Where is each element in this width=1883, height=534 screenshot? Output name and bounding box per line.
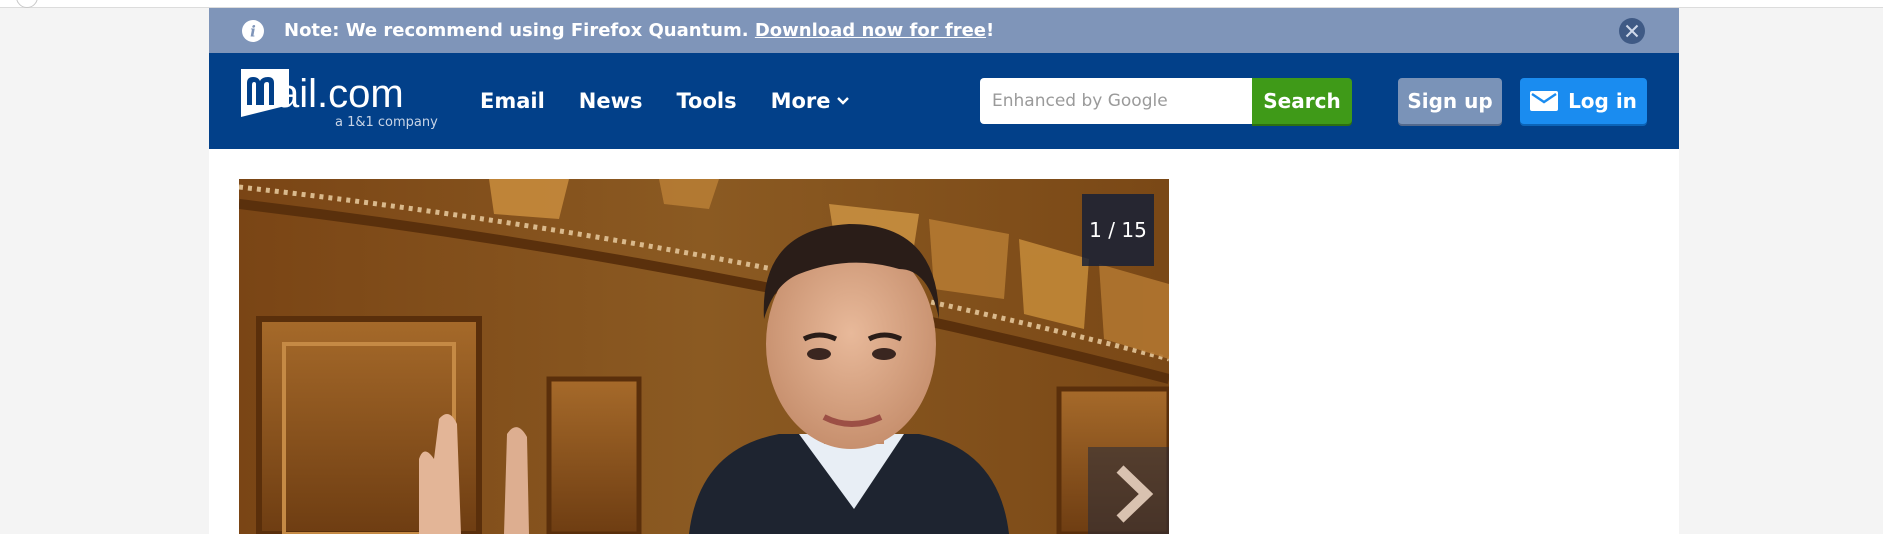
browser-top-strip <box>0 0 1883 8</box>
nav-item-label: More <box>770 89 831 113</box>
svg-text:i: i <box>250 23 256 41</box>
nav-item-more[interactable]: More <box>771 89 849 113</box>
info-icon: i <box>242 20 264 42</box>
notice-suffix: ! <box>986 20 995 41</box>
chevron-right-icon <box>1116 465 1154 523</box>
notice-text: Note: We recommend using Firefox Quantum… <box>284 8 994 53</box>
gallery-photo <box>239 179 1169 534</box>
browser-notice-bar: i Note: We recommend using Firefox Quant… <box>209 8 1679 53</box>
nav-item-tools[interactable]: Tools <box>677 89 737 113</box>
slide-counter: 1 / 15 <box>1082 194 1154 266</box>
nav-item-label: Email <box>480 89 545 113</box>
chevron-down-icon <box>836 97 849 105</box>
nav-item-news[interactable]: News <box>579 89 643 113</box>
browser-tab-circle <box>16 0 38 8</box>
logo-wordmark: ail.com <box>277 72 404 116</box>
photo-gallery[interactable]: 1 / 15 <box>239 179 1169 534</box>
site-header: ail.com a 1&1 company Email News Tools M… <box>209 53 1679 149</box>
login-label: Log in <box>1568 89 1637 113</box>
nav-item-label: Tools <box>676 89 737 113</box>
logo-tagline: a 1&1 company <box>335 115 438 130</box>
search-form: Search <box>980 78 1360 124</box>
mailcom-logo[interactable]: ail.com a 1&1 company <box>239 67 439 137</box>
page-container: i Note: We recommend using Firefox Quant… <box>209 8 1679 534</box>
nav-item-email[interactable]: Email <box>480 89 545 113</box>
close-icon[interactable] <box>1618 17 1646 45</box>
signup-button[interactable]: Sign up <box>1398 78 1502 124</box>
nav-item-label: News <box>578 89 643 113</box>
search-input[interactable] <box>980 78 1252 124</box>
notice-prefix: Note: We recommend using Firefox Quantum… <box>284 20 755 41</box>
main-nav: Email News Tools More <box>480 53 883 149</box>
download-firefox-link[interactable]: Download now for free <box>755 20 986 41</box>
login-button[interactable]: Log in <box>1520 78 1647 124</box>
envelope-icon <box>1530 91 1559 111</box>
search-button[interactable]: Search <box>1252 78 1352 124</box>
next-slide-button[interactable] <box>1088 447 1169 534</box>
